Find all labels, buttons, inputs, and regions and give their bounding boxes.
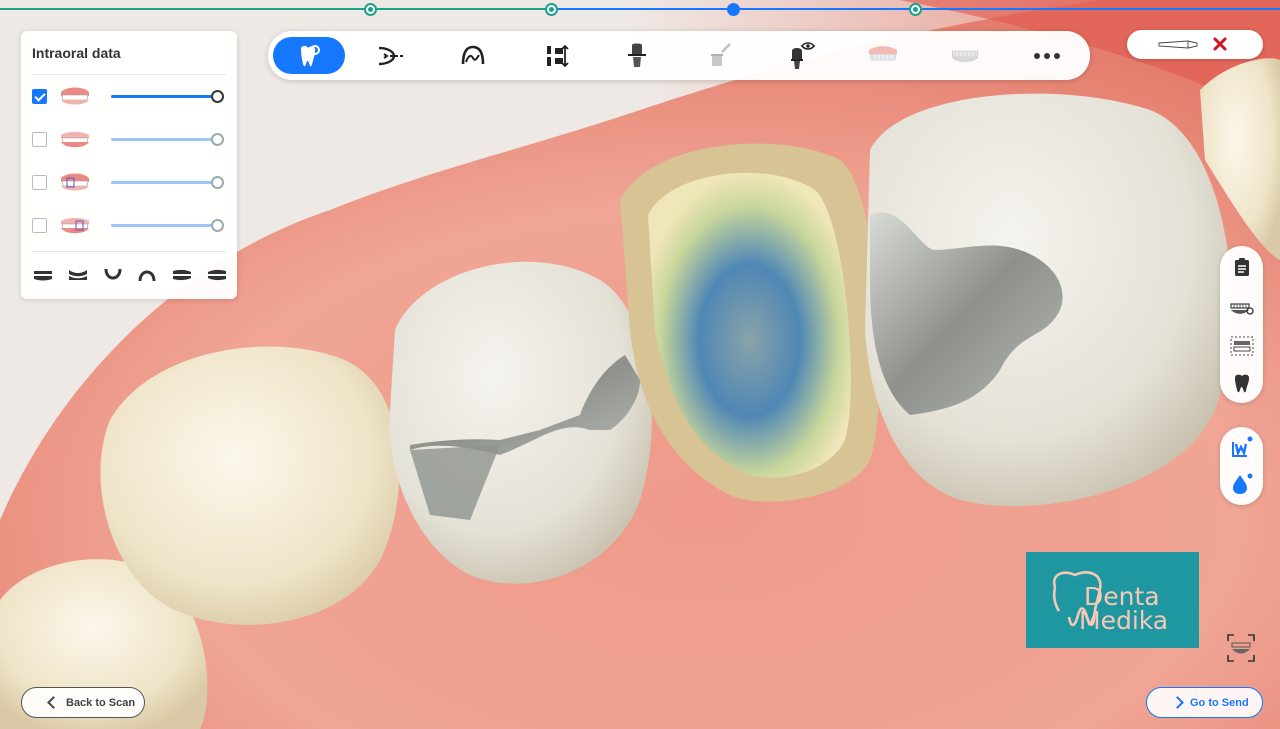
denta-medika-logo: Denta Medika bbox=[1026, 552, 1199, 648]
slider-handle[interactable] bbox=[211, 133, 224, 146]
step-line bbox=[922, 8, 1280, 10]
auto-design-icon[interactable] bbox=[1230, 435, 1254, 459]
layer-row-preop-upper bbox=[32, 167, 228, 197]
step-dot[interactable] bbox=[545, 3, 558, 16]
preop-lower-icon bbox=[61, 218, 89, 234]
layer-opacity-slider[interactable] bbox=[111, 133, 224, 146]
visibility-icon bbox=[791, 41, 816, 69]
front-view-icon[interactable] bbox=[32, 264, 54, 286]
upper-occlusal-icon[interactable] bbox=[136, 264, 158, 286]
upper-arch-icon bbox=[869, 45, 897, 60]
tooth-select-icon bbox=[301, 44, 320, 66]
panel-title: Intraoral data bbox=[32, 45, 121, 61]
layer-checkbox[interactable] bbox=[32, 132, 47, 147]
tool-upper-arch[interactable] bbox=[847, 37, 919, 74]
layer-opacity-slider[interactable] bbox=[111, 219, 224, 232]
step-dot[interactable] bbox=[909, 3, 922, 16]
step-line bbox=[377, 8, 551, 10]
tool-visibility[interactable] bbox=[765, 37, 837, 74]
slider-handle[interactable] bbox=[211, 219, 224, 232]
lower-occlusal-icon[interactable] bbox=[102, 264, 124, 286]
left-view-icon[interactable] bbox=[171, 264, 193, 286]
insertion-axis-icon bbox=[547, 44, 569, 67]
tool-more[interactable] bbox=[1011, 37, 1083, 74]
side-view-icon[interactable] bbox=[67, 264, 89, 286]
layer-row-upper bbox=[32, 81, 228, 111]
layer-checkbox[interactable] bbox=[32, 175, 47, 190]
back-to-scan-button[interactable]: Back to Scan bbox=[21, 687, 145, 718]
tool-die[interactable] bbox=[601, 37, 673, 74]
die-icon bbox=[628, 43, 646, 67]
tool-brush[interactable] bbox=[683, 37, 755, 74]
preop-upper-icon bbox=[61, 173, 89, 191]
clipboard-icon[interactable] bbox=[1230, 255, 1254, 279]
divider bbox=[32, 74, 226, 75]
lower-jaw-icon bbox=[61, 132, 89, 148]
step-line bbox=[557, 8, 733, 10]
scanner-wand-icon bbox=[1158, 40, 1198, 49]
go-to-send-label: Go to Send bbox=[1190, 696, 1249, 709]
design-toolbar bbox=[268, 31, 1090, 80]
layer-row-preop-lower bbox=[32, 210, 228, 240]
step-dot[interactable] bbox=[364, 3, 377, 16]
back-to-scan-label: Back to Scan bbox=[66, 696, 136, 709]
cement-gap-icon[interactable] bbox=[1230, 471, 1254, 495]
divider bbox=[32, 251, 226, 252]
right-view-icon[interactable] bbox=[206, 264, 228, 286]
margin-line-icon bbox=[461, 45, 485, 64]
slider-handle[interactable] bbox=[211, 176, 224, 189]
tool-insertion-axis[interactable] bbox=[519, 37, 591, 74]
chevron-left-icon bbox=[47, 696, 60, 709]
layer-opacity-slider[interactable] bbox=[111, 176, 224, 189]
trim-icon bbox=[378, 46, 404, 65]
tool-trim[interactable] bbox=[355, 37, 427, 74]
layer-checkbox[interactable] bbox=[32, 89, 47, 104]
close-icon[interactable] bbox=[1210, 34, 1230, 54]
go-to-send-button[interactable]: Go to Send bbox=[1146, 687, 1263, 718]
more-icon bbox=[1034, 52, 1060, 59]
tooth-icon[interactable] bbox=[1230, 371, 1254, 395]
tool-margin-line[interactable] bbox=[437, 37, 509, 74]
tool-lower-arch[interactable] bbox=[929, 37, 1001, 74]
side-tool-dock bbox=[1220, 246, 1263, 403]
side-tool-dock-2 bbox=[1220, 427, 1263, 505]
occlusion-map-icon[interactable] bbox=[1230, 297, 1254, 321]
step-line bbox=[0, 8, 370, 10]
fit-view-icon[interactable] bbox=[1226, 633, 1256, 663]
view-buttons bbox=[32, 264, 228, 286]
slider-handle[interactable] bbox=[211, 90, 224, 103]
layer-row-lower bbox=[32, 124, 228, 154]
workflow-stepper bbox=[0, 0, 1280, 18]
layer-checkbox[interactable] bbox=[32, 218, 47, 233]
section-view-icon[interactable] bbox=[1230, 334, 1254, 358]
scanner-status bbox=[1127, 30, 1263, 59]
logo-line-2: Medika bbox=[1079, 606, 1169, 635]
tool-tooth-select[interactable] bbox=[273, 37, 345, 74]
chevron-right-icon bbox=[1171, 696, 1184, 709]
upper-jaw-icon bbox=[61, 87, 89, 105]
lower-arch-icon bbox=[951, 50, 979, 62]
step-dot-active[interactable] bbox=[727, 3, 740, 16]
brush-icon bbox=[711, 42, 731, 66]
intraoral-data-panel: Intraoral data bbox=[21, 31, 237, 299]
layer-opacity-slider[interactable] bbox=[111, 90, 224, 103]
step-line bbox=[740, 8, 915, 10]
